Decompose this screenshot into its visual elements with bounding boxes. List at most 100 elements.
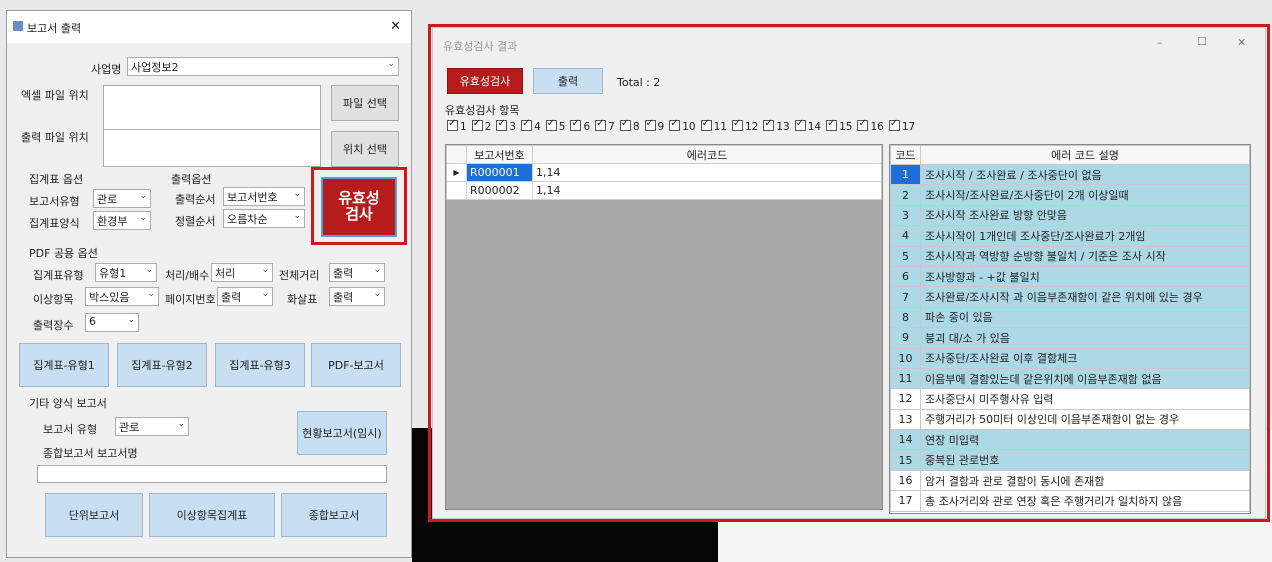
list-item[interactable]: 15 중복된 관로번호 — [890, 449, 1250, 471]
report-no-cell[interactable]: R000001 — [466, 163, 533, 182]
description-cell[interactable]: 조사시작 조사완료 방향 안맞음 — [920, 204, 1250, 227]
description-cell[interactable]: 주행거리가 50미터 이상인데 이음부존재함이 없는 경우 — [920, 408, 1250, 431]
code-cell[interactable]: 17 — [890, 490, 921, 512]
other-report-type-select[interactable]: 관로 ⌄ — [115, 417, 189, 436]
description-cell[interactable]: 조사시작과 역방향 순방향 불일치 / 기준은 조사 시작 — [920, 245, 1250, 267]
checkbox[interactable] — [794, 118, 806, 131]
total-distance-select[interactable]: 출력 ⌄ — [329, 263, 385, 282]
code-cell[interactable]: 16 — [890, 469, 921, 492]
check-item[interactable]: 5 — [545, 118, 565, 133]
output-file-field[interactable] — [103, 129, 321, 167]
description-cell[interactable]: 파손 중이 있음 — [920, 306, 1250, 329]
arrow-select[interactable]: 출력 ⌄ — [329, 287, 385, 306]
description-cell[interactable]: 총 조사거리와 관로 연장 혹은 주행거리가 일치하지 않음 — [920, 490, 1250, 512]
check-item[interactable]: 10 — [669, 118, 696, 133]
list-item[interactable]: 1 조사시작 / 조사완료 / 조사중단이 없음 — [890, 163, 1250, 186]
check-item[interactable]: 13 — [763, 118, 790, 133]
checkbox[interactable] — [521, 118, 533, 131]
report-type-select[interactable]: 관로 ⌄ — [93, 189, 151, 208]
checkbox[interactable] — [595, 118, 607, 131]
description-cell[interactable]: 조사완료/조사시작 과 이음부존재함이 같은 위치에 있는 경우 — [920, 286, 1250, 308]
checkbox[interactable] — [496, 118, 508, 131]
list-item[interactable]: 13 주행거리가 50미터 이상인데 이음부존재함이 없는 경우 — [890, 408, 1250, 431]
list-item[interactable]: 10 조사중단/조사완료 이후 결함체크 — [890, 347, 1250, 369]
minimize-icon[interactable]: – — [1157, 36, 1163, 49]
checkbox[interactable] — [545, 118, 557, 131]
close-icon[interactable]: ✕ — [390, 19, 401, 34]
code-cell[interactable]: 14 — [890, 429, 921, 451]
summary-type2-button[interactable]: 집계표-유형2 — [117, 343, 207, 387]
checkbox[interactable] — [570, 118, 582, 131]
validate-button[interactable]: 유효성 검사 — [321, 177, 397, 237]
list-item[interactable]: 6 조사방향과 - +값 불일치 — [890, 265, 1250, 288]
description-cell[interactable]: 조사시작 / 조사완료 / 조사중단이 없음 — [920, 163, 1250, 186]
code-cell[interactable]: 10 — [890, 347, 921, 369]
sort-order-select[interactable]: 오름차순 ⌄ — [223, 209, 305, 228]
description-cell[interactable]: 조사시작이 1개인데 조사중단/조사완료가 2개임 — [920, 225, 1250, 247]
select-file-button[interactable]: 파일 선택 — [331, 85, 399, 121]
checkbox[interactable] — [826, 118, 838, 131]
checkbox[interactable] — [731, 118, 743, 131]
error-code-cell[interactable]: 1,14 — [532, 163, 882, 182]
abnormal-items-select[interactable]: 박스있음 ⌄ — [85, 287, 159, 306]
checkbox[interactable] — [763, 118, 775, 131]
code-cell[interactable]: 3 — [890, 204, 921, 227]
checkbox[interactable] — [619, 118, 631, 131]
check-item[interactable]: 1 — [447, 118, 467, 133]
summary-type1-button[interactable]: 집계표-유형1 — [19, 343, 109, 387]
table-row[interactable]: R000002 1,14 — [446, 181, 882, 200]
description-cell[interactable]: 중복된 관로번호 — [920, 449, 1250, 471]
unit-report-button[interactable]: 단위보고서 — [45, 493, 143, 537]
error-code-cell[interactable]: 1,14 — [532, 181, 882, 200]
code-cell[interactable]: 7 — [890, 286, 921, 308]
description-cell[interactable]: 조사중단시 미주행사유 입력 — [920, 388, 1250, 410]
list-item[interactable]: 11 이음부에 결함있는데 같은위치에 이음부존재함 없음 — [890, 367, 1250, 390]
check-item[interactable]: 4 — [521, 118, 541, 133]
description-cell[interactable]: 연장 미입력 — [920, 429, 1250, 451]
checkbox[interactable] — [471, 118, 483, 131]
pdf-report-button[interactable]: PDF-보고서 — [311, 343, 401, 387]
code-cell[interactable]: 12 — [890, 388, 921, 410]
output-order-select[interactable]: 보고서번호 ⌄ — [223, 187, 305, 206]
code-cell[interactable]: 4 — [890, 225, 921, 247]
list-item[interactable]: 14 연장 미입력 — [890, 429, 1250, 451]
code-cell[interactable]: 9 — [890, 327, 921, 349]
check-item[interactable]: 7 — [595, 118, 615, 133]
list-item[interactable]: 4 조사시작이 1개인데 조사중단/조사완료가 2개임 — [890, 225, 1250, 247]
validate-run-button[interactable]: 유효성검사 — [447, 68, 523, 94]
description-cell[interactable]: 조사시작/조사완료/조사중단이 2개 이상일때 — [920, 184, 1250, 206]
check-item[interactable]: 16 — [857, 118, 884, 133]
list-item[interactable]: 12 조사중단시 미주행사유 입력 — [890, 388, 1250, 410]
check-item[interactable]: 11 — [700, 118, 727, 133]
summary-type3-button[interactable]: 집계표-유형3 — [215, 343, 305, 387]
check-item[interactable]: 8 — [619, 118, 640, 133]
check-item[interactable]: 17 — [888, 118, 915, 133]
checkbox[interactable] — [857, 118, 869, 131]
close-icon[interactable]: ✕ — [1237, 36, 1246, 49]
code-cell[interactable]: 11 — [890, 367, 921, 390]
code-cell[interactable]: 15 — [890, 449, 921, 471]
combined-report-button[interactable]: 종합보고서 — [281, 493, 387, 537]
check-item[interactable]: 14 — [794, 118, 821, 133]
page-number-select[interactable]: 출력 ⌄ — [217, 287, 273, 306]
code-cell[interactable]: 13 — [890, 408, 921, 431]
description-cell[interactable]: 조사방향과 - +값 불일치 — [920, 265, 1250, 288]
checkbox[interactable] — [888, 118, 900, 131]
check-item[interactable]: 2 — [471, 118, 491, 133]
process-count-select[interactable]: 처리 ⌄ — [211, 263, 273, 282]
abnormal-summary-button[interactable]: 이상항목집계표 — [149, 493, 275, 537]
description-cell[interactable]: 암거 결함과 관로 결함이 동시에 존재함 — [920, 469, 1250, 492]
output-button[interactable]: 출력 — [533, 68, 603, 94]
list-item[interactable]: 7 조사완료/조사시작 과 이음부존재함이 같은 위치에 있는 경우 — [890, 286, 1250, 308]
report-no-cell[interactable]: R000002 — [466, 181, 533, 200]
list-item[interactable]: 17 총 조사거리와 관로 연장 혹은 주행거리가 일치하지 않음 — [890, 490, 1250, 512]
list-item[interactable]: 2 조사시작/조사완료/조사중단이 2개 이상일때 — [890, 184, 1250, 206]
list-item[interactable]: 8 파손 중이 있음 — [890, 306, 1250, 329]
table-row[interactable]: ▶ R000001 1,14 — [446, 163, 882, 182]
code-cell[interactable]: 6 — [890, 265, 921, 288]
field-report-button[interactable]: 현황보고서(임시) — [297, 411, 387, 455]
pdf-summary-type-select[interactable]: 유형1 ⌄ — [95, 263, 157, 282]
select-location-button[interactable]: 위치 선택 — [331, 131, 399, 167]
checkbox[interactable] — [669, 118, 681, 131]
output-count-select[interactable]: 6 ⌄ — [85, 313, 139, 332]
